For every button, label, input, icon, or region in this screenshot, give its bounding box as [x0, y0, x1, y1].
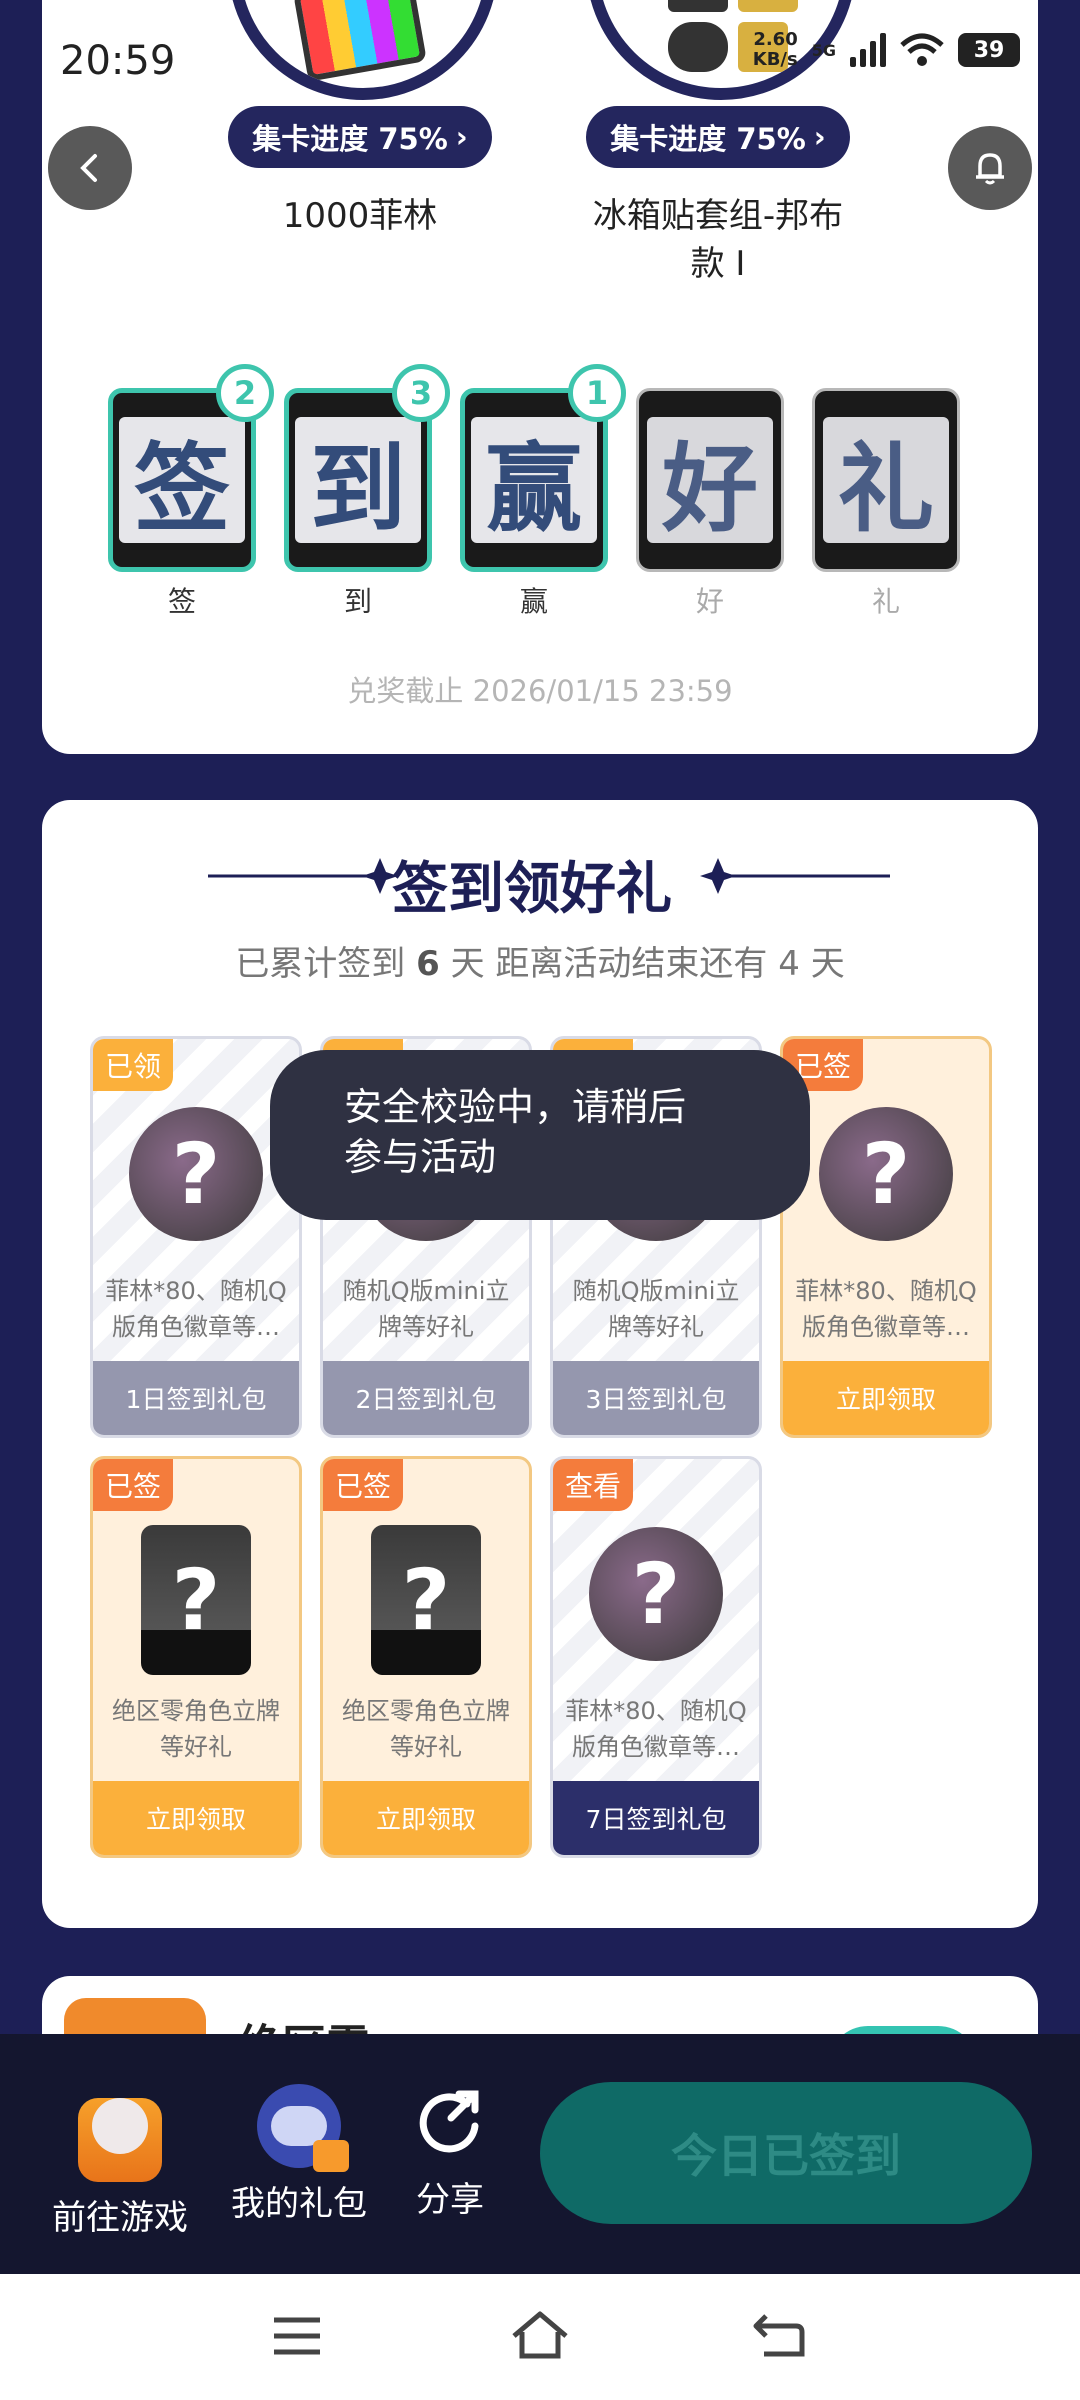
card-label: 到 — [343, 585, 372, 618]
card-label: 签 — [167, 585, 196, 618]
gift-description: 菲林*80、随机Q版角色徽章等… — [105, 1277, 287, 1341]
home-icon[interactable] — [510, 2310, 570, 2360]
bell-icon — [976, 153, 1004, 185]
title-deco-left-icon — [208, 858, 398, 894]
gift-card-day-6[interactable]: 已签? 绝区零角色立牌等好礼立即领取 — [320, 1456, 532, 1858]
system-nav-bar — [0, 2274, 1080, 2400]
remaining-days-count: 4 — [778, 944, 800, 984]
redeem-deadline: 兑奖截止 2026/01/15 23:59 — [347, 674, 733, 708]
collect-card-5[interactable]: 礼 — [812, 388, 960, 572]
my-gifts-label: 我的礼包 — [231, 2184, 367, 2224]
gift-description: 菲林*80、随机Q版角色徽章等… — [565, 1697, 747, 1761]
gift-pack-label: 7日签到礼包 — [553, 1781, 759, 1855]
security-toast: 安全校验中，请稍后 参与活动 — [270, 1050, 810, 1220]
my-gifts-button[interactable]: 我的礼包 — [224, 2084, 374, 2225]
gift-pack-label: 1日签到礼包 — [93, 1361, 299, 1435]
signin-summary: 已累计签到 6 天 距离活动结束还有 4 天 — [42, 936, 1038, 985]
card-label: 赢 — [519, 585, 548, 618]
card-count-badge: 1 — [568, 364, 626, 422]
wifi-icon — [900, 33, 944, 66]
claim-now-button[interactable]: 立即领取 — [323, 1781, 529, 1855]
gift-description: 绝区零角色立牌等好礼 — [112, 1697, 280, 1761]
mystery-stand-image: ? — [371, 1525, 481, 1675]
card-label: 好 — [695, 585, 724, 618]
card-character: 签 — [119, 417, 245, 545]
back-button[interactable] — [48, 126, 132, 210]
network-speed-unit: KB/s — [752, 49, 798, 70]
mystery-badge-image: ? — [129, 1107, 263, 1241]
card-character: 到 — [295, 417, 421, 545]
gift-status-tag: 已签 — [93, 1459, 174, 1511]
menu-icon[interactable] — [272, 2316, 322, 2356]
card-count-badge: 2 — [216, 364, 274, 422]
share-label: 分享 — [416, 2180, 484, 2220]
card-character: 好 — [647, 417, 773, 545]
status-icons: 2.60 KB/s 5G 39 — [753, 30, 1020, 70]
film-reel-icon — [293, 0, 427, 82]
prize-name-1: 1000菲林 — [282, 196, 438, 236]
network-speed-value: 2.60 — [753, 29, 798, 50]
card-character: 赢 — [471, 417, 597, 545]
gift-card-day-5[interactable]: 已签? 绝区零角色立牌等好礼立即领取 — [90, 1456, 302, 1858]
chevron-right-icon: › — [813, 120, 826, 154]
claim-now-button[interactable]: 立即领取 — [93, 1781, 299, 1855]
go-game-button[interactable]: 前往游戏 — [46, 2084, 194, 2239]
summary-prefix: 已累计签到 — [235, 944, 406, 984]
go-game-label: 前往游戏 — [52, 2198, 188, 2238]
gift-card-day-4[interactable]: 已签? 菲林*80、随机Q版角色徽章等… 立即领取 — [780, 1036, 992, 1438]
collect-card-4[interactable]: 好 — [636, 388, 784, 572]
gift-description: 随机Q版mini立牌等好礼 — [342, 1277, 510, 1341]
gift-description: 随机Q版mini立牌等好礼 — [572, 1277, 740, 1341]
signed-days-count: 6 — [416, 944, 440, 984]
gift-pack-label: 2日签到礼包 — [323, 1361, 529, 1435]
game-app-icon — [78, 2098, 162, 2182]
prize-name-line: 冰箱贴套组-邦布 — [592, 196, 844, 236]
chevron-left-icon — [80, 154, 97, 182]
battery-icon: 39 — [958, 33, 1020, 67]
gift-status-tag: 已签 — [323, 1459, 404, 1511]
signin-title: 签到领好礼 — [392, 857, 672, 922]
card-label: 礼 — [871, 585, 900, 618]
collect-progress-label: 集卡进度 75% — [610, 122, 806, 156]
signin-gift-panel: 签到领好礼 已累计签到 6 天 距离活动结束还有 4 天 已领? 菲林*80、随机… — [42, 800, 1038, 1928]
summary-suffix: 天 — [810, 944, 845, 984]
collect-card-panel: 集卡进度 75% › 1000菲林 集卡进度 75% › 冰箱贴套组-邦布 款 … — [42, 0, 1038, 754]
gift-robot-icon — [257, 2084, 349, 2172]
network-speed: 2.60 KB/s — [753, 30, 798, 70]
collect-progress-pill-2[interactable]: 集卡进度 75% › — [586, 106, 850, 168]
back-nav-icon[interactable] — [752, 2312, 806, 2358]
sticker-icon — [668, 0, 728, 12]
gift-status-tag: 查看 — [553, 1459, 634, 1511]
share-icon — [419, 2090, 479, 2153]
sticker-icon — [738, 0, 798, 12]
mystery-stand-image: ? — [141, 1525, 251, 1675]
card-character: 礼 — [823, 417, 949, 545]
toast-line: 安全校验中，请稍后 — [344, 1085, 687, 1129]
mystery-badge-image: ? — [589, 1527, 723, 1661]
mystery-badge-image: ? — [819, 1107, 953, 1241]
gift-description: 绝区零角色立牌等好礼 — [342, 1697, 510, 1761]
cell-signal-icon — [850, 33, 886, 67]
checked-in-button[interactable]: 今日已签到 — [540, 2082, 1032, 2224]
title-deco-right-icon — [700, 858, 890, 894]
prize-image-1[interactable] — [228, 0, 498, 100]
card-count-badge: 3 — [392, 364, 450, 422]
network-type: 5G — [811, 40, 836, 60]
collect-progress-pill-1[interactable]: 集卡进度 75% › — [228, 106, 492, 168]
gift-card-day-7[interactable]: 查看? 菲林*80、随机Q版角色徽章等… 7日签到礼包 — [550, 1456, 762, 1858]
gift-description: 菲林*80、随机Q版角色徽章等… — [795, 1277, 977, 1341]
share-button[interactable]: 分享 — [400, 2084, 500, 2221]
prize-name-2: 冰箱贴套组-邦布 款 I — [536, 192, 900, 288]
gift-pack-label: 3日签到礼包 — [553, 1361, 759, 1435]
collect-progress-label: 集卡进度 75% — [252, 122, 448, 156]
gift-status-tag: 已领 — [93, 1039, 174, 1091]
claim-now-button[interactable]: 立即领取 — [783, 1361, 989, 1435]
prize-name-line: 款 I — [690, 244, 746, 284]
chevron-right-icon: › — [455, 120, 468, 154]
sticker-icon — [668, 22, 728, 72]
status-time: 20:59 — [60, 38, 176, 84]
notification-button[interactable] — [948, 126, 1032, 210]
toast-line: 参与活动 — [344, 1135, 497, 1179]
summary-mid: 天 距离活动结束还有 — [450, 944, 768, 984]
